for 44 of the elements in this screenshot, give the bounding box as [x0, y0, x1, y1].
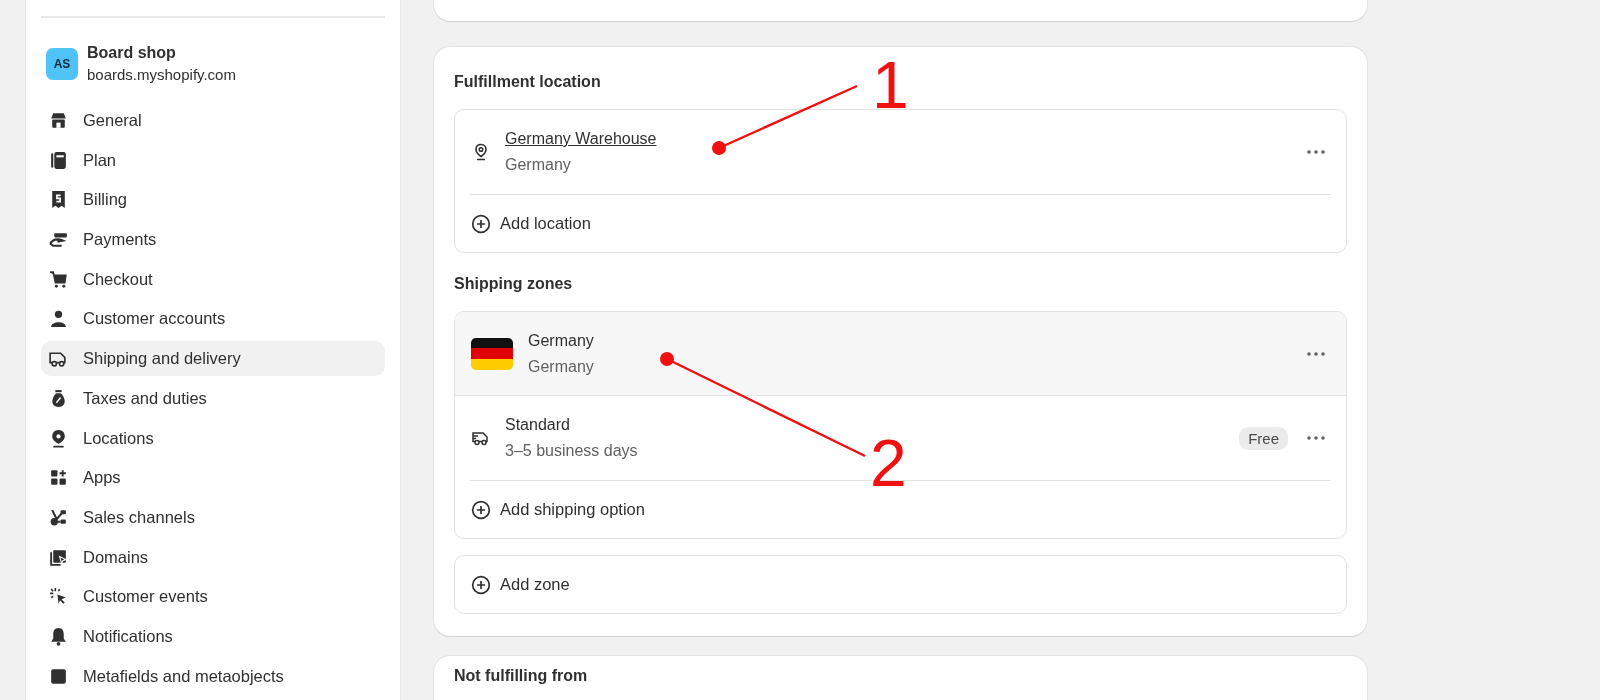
rate-name: Standard: [505, 415, 571, 435]
sidebar-item[interactable]: Domains: [41, 539, 385, 575]
store-domain: boards.myshopify.com: [87, 65, 236, 85]
sidebar-item[interactable]: Payments: [41, 222, 385, 258]
section-heading: Fulfillment location: [454, 72, 602, 92]
sidebar-item[interactable]: Customer events: [41, 579, 385, 615]
sidebar-item[interactable]: Plan: [41, 142, 385, 178]
location-country: Germany: [505, 155, 571, 175]
flag-icon: [471, 337, 513, 370]
callout-number: 2: [870, 430, 907, 496]
sidebar-item[interactable]: Sales channels: [41, 499, 385, 535]
section-heading: Not fulfilling from: [454, 666, 589, 686]
cart-icon: [48, 268, 69, 290]
sidebar-item[interactable]: Notifications: [41, 618, 385, 654]
rate-transit-time: 3–5 business days: [505, 441, 638, 461]
bell-icon: [48, 625, 69, 647]
sidebar-item[interactable]: Customer accounts: [41, 301, 385, 337]
sidebar-item[interactable]: General: [41, 103, 385, 138]
price-badge: Free: [1239, 426, 1288, 450]
book-icon: [48, 149, 69, 171]
ellipsis-icon: [1306, 350, 1326, 357]
sidebar-item[interactable]: Shipping and delivery: [41, 341, 385, 377]
sidebar-item[interactable]: Metafields and metaobjects: [41, 658, 385, 694]
store-name: Board shop: [87, 43, 177, 63]
person-icon: [48, 308, 69, 330]
store-avatar: AS: [46, 48, 78, 80]
add-shipping-option-button[interactable]: Add shipping option: [455, 481, 661, 538]
plus-circle-icon: [471, 499, 491, 520]
add-location-button[interactable]: Add location: [455, 195, 607, 252]
ellipsis-icon: [1306, 435, 1326, 441]
ellipsis-icon: [1306, 149, 1326, 155]
sidebar-item[interactable]: Taxes and duties: [41, 380, 385, 416]
plus-circle-icon: [471, 213, 491, 234]
plus-circle-icon: [471, 574, 491, 595]
zone-country: Germany: [528, 356, 594, 377]
location-link[interactable]: Germany Warehouse: [505, 128, 657, 150]
sidebar-item[interactable]: Billing: [41, 182, 385, 218]
add-zone-button[interactable]: Add zone: [455, 556, 586, 613]
sidebar-item[interactable]: Checkout: [41, 261, 385, 297]
sidebar-item[interactable]: Apps: [41, 460, 385, 496]
callout-number: 1: [872, 52, 909, 118]
sidebar-item[interactable]: Locations: [41, 420, 385, 456]
section-heading: Shipping zones: [454, 274, 574, 294]
zone-name: Germany: [528, 330, 595, 351]
